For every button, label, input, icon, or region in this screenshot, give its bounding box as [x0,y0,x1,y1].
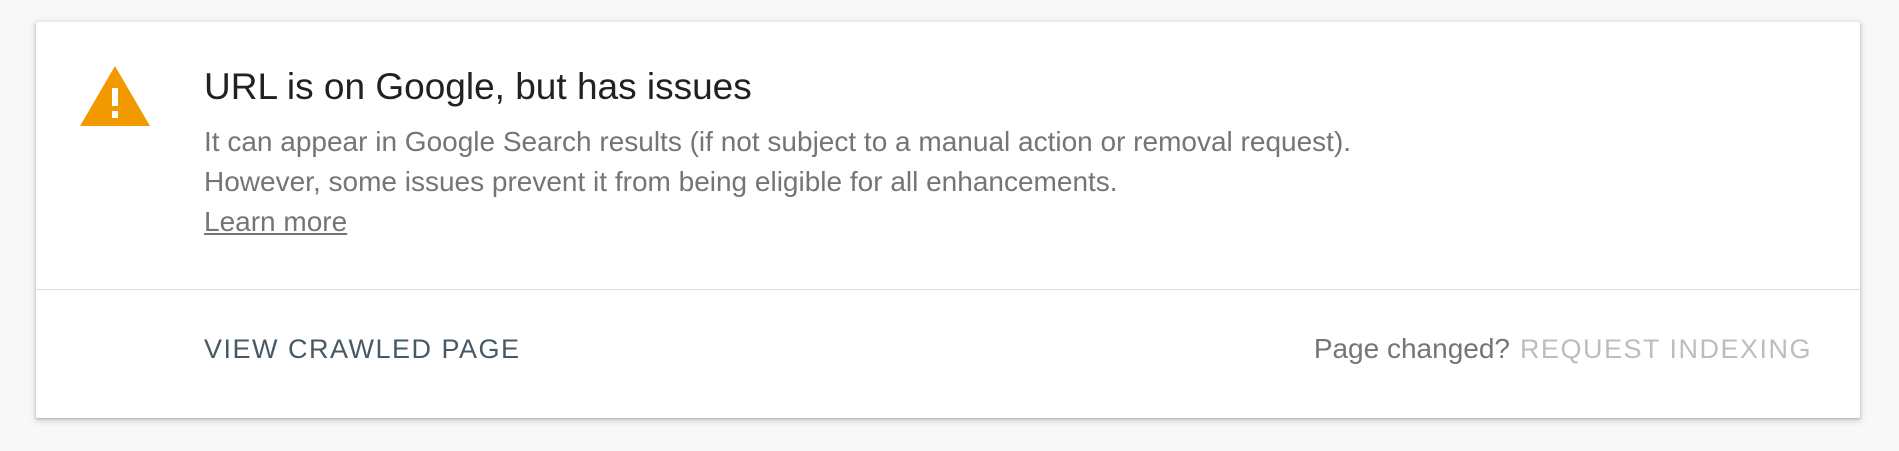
page-changed-label: Page changed? [1313,333,1510,364]
actions-bar: VIEW CRAWLED PAGE Page changed? REQUEST … [36,290,1860,418]
view-crawled-page-button[interactable]: VIEW CRAWLED PAGE [204,334,521,365]
url-status-card: URL is on Google, but has issues It can … [36,22,1860,418]
status-section: URL is on Google, but has issues It can … [36,22,1860,290]
request-indexing-button[interactable]: REQUEST INDEXING [1520,334,1812,365]
status-description: It can appear in Google Search results (… [204,126,1352,197]
learn-more-link[interactable]: Learn more [204,202,347,242]
status-title: URL is on Google, but has issues [204,66,752,107]
warning-triangle-icon [80,66,150,126]
